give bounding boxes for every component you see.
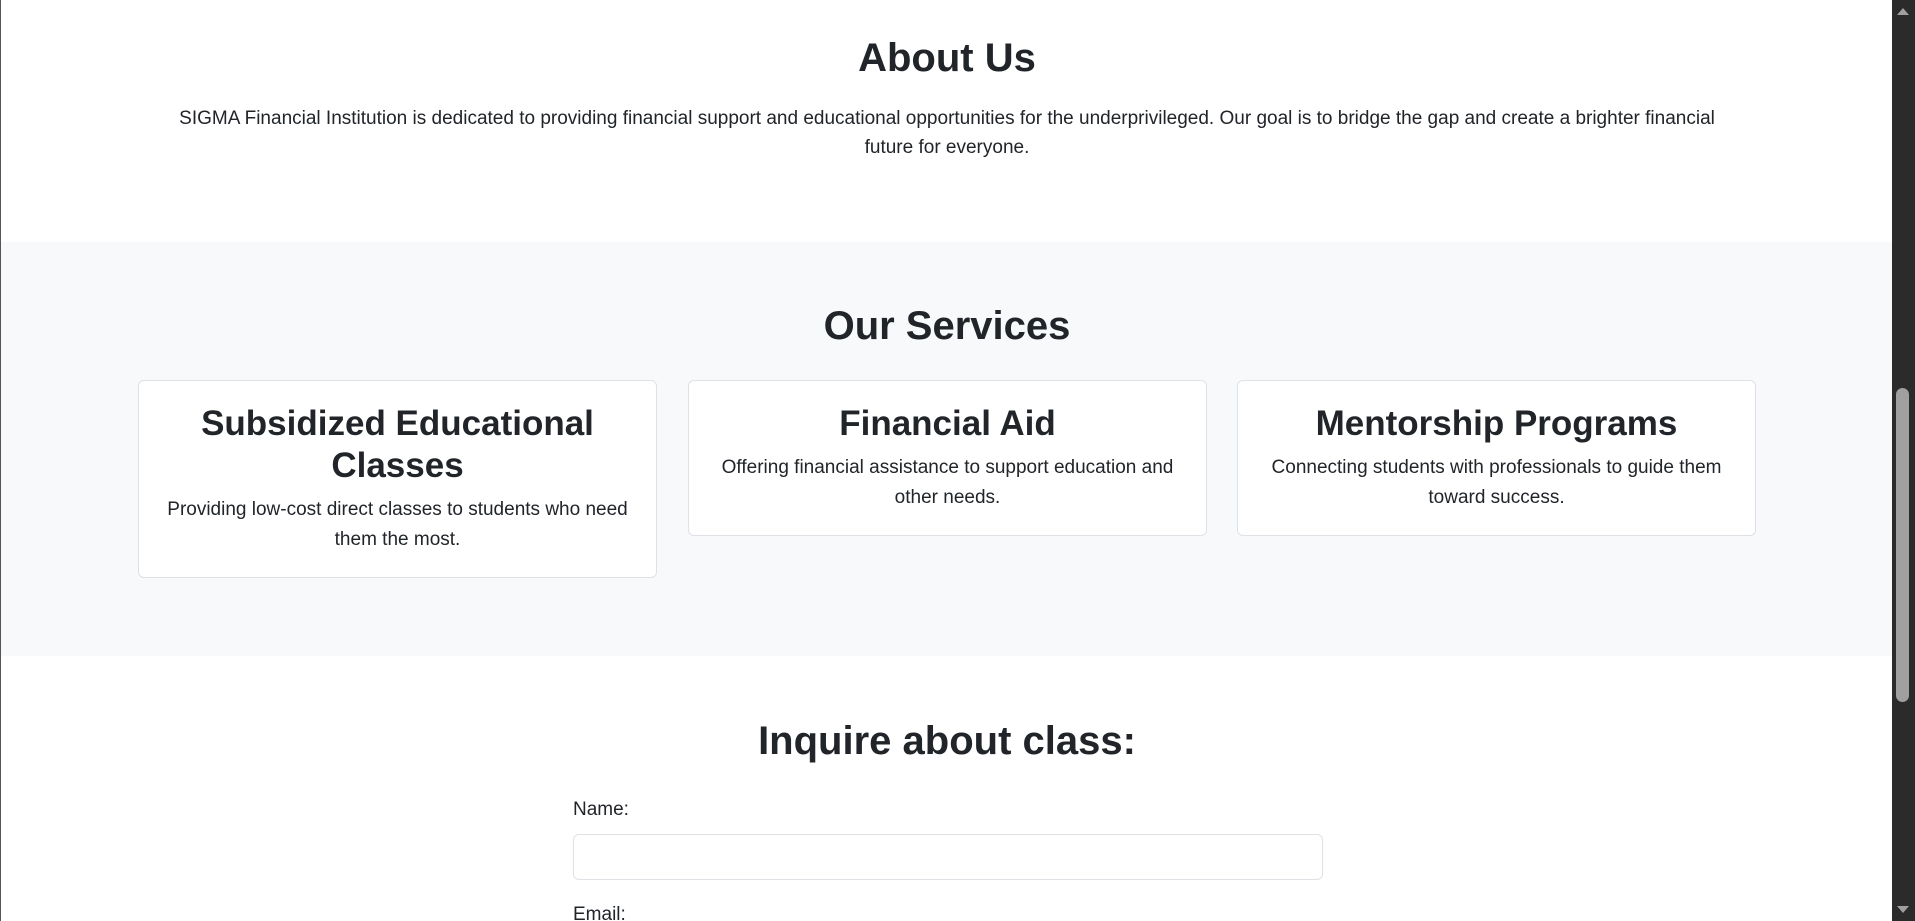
service-card-text: Offering financial assistance to support…: [721, 457, 1174, 508]
about-title: About Us: [858, 36, 1036, 80]
page: About Us SIGMA Financial Institution is …: [1, 0, 1893, 921]
service-card-title: Mentorship Programs: [1315, 404, 1678, 443]
name-input[interactable]: [573, 834, 1323, 880]
service-card-title: Subsidized Educational Classes: [201, 404, 594, 485]
services-section: Our Services Subsidized Educational Clas…: [1, 242, 1893, 656]
services-title: Our Services: [823, 304, 1071, 348]
name-label: Name:: [573, 799, 629, 820]
service-card-financial-aid: Financial Aid Offering financial assista…: [688, 380, 1207, 536]
service-card-text: Connecting students with professionals t…: [1271, 457, 1722, 508]
about-text: SIGMA Financial Institution is dedicated…: [179, 108, 1715, 158]
inquire-title: Inquire about class:: [758, 719, 1136, 763]
email-label: Email:: [573, 904, 626, 921]
scroll-up-arrow-icon[interactable]: [1897, 8, 1909, 15]
service-card-mentorship: Mentorship Programs Connecting students …: [1237, 380, 1756, 536]
vertical-scrollbar[interactable]: [1892, 0, 1915, 921]
service-card-educational-classes: Subsidized Educational Classes Providing…: [138, 380, 657, 578]
service-card-title: Financial Aid: [839, 404, 1056, 443]
service-card-text: Providing low-cost direct classes to stu…: [167, 499, 628, 550]
scroll-down-arrow-icon[interactable]: [1897, 906, 1909, 913]
scrollbar-thumb[interactable]: [1896, 388, 1909, 702]
